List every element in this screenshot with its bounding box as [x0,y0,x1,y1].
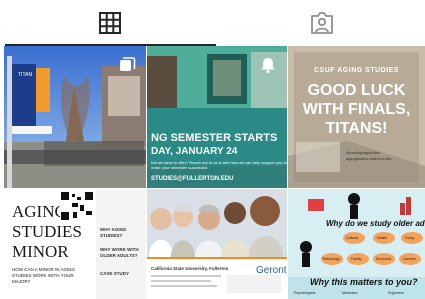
tagged-person-icon [311,12,333,34]
finals-header: CSUF AGING STUDIES [314,67,399,74]
infographic-tag-6: Economic [376,257,392,261]
finals-handle: @csufagingstudies [346,150,380,155]
semester-footer: STUDIES@FULLERTON.EDU [151,176,234,182]
infographic-tag-3: Policy [405,236,415,240]
minor-line-3: MINOR [12,242,69,261]
qr-code-icon [60,191,94,221]
infographic-tag-1: Cultural [346,236,359,240]
finals-line-3: TITANS! [325,120,388,137]
minor-question: HOW CAN A MINOR IN AGING STUDIES WORK WI… [12,267,76,284]
post-tile[interactable]: Geront California State University, Full… [147,189,287,299]
infographic-tag-7: Careers [403,257,416,261]
infographic-career-2: Marketers [342,291,358,295]
minor-work: WHY WORK WITH OLDER ADULTS? [100,247,139,258]
infographic-question: Why do we study older adults? [326,219,425,228]
post-tile[interactable]: Why do we study older adults? Cultural H… [288,189,425,299]
infographic-tag-4: Technology [322,257,340,261]
multiple-posts-icon [120,57,136,71]
finals-line-2: WITH FINALS, [302,101,411,118]
minor-why: WHY AGING STUDIES? [100,227,127,238]
infographic-bottom: Why this matters to you? [310,277,418,287]
tab-tagged[interactable] [305,8,339,38]
post-tile[interactable]: TITAN [4,46,146,188]
svg-text:TITAN: TITAN [18,72,32,78]
finals-site: agingstudies.fullerton.edu [346,156,392,161]
semester-subtext: hat we have to offer? Reach out to us to… [151,160,287,170]
posts-grid: TITAN NG SEMESTER STARTS DAY, JANUARY 24… [0,46,425,299]
notification-bell-icon [261,58,275,74]
geront-brand: Geront [256,265,287,276]
grid-icon [99,12,121,34]
post-image-older-adults [147,189,287,299]
minor-line-2: STUDIES [12,222,82,241]
minor-side-panel [96,189,146,299]
semester-headline: NG SEMESTER STARTS [151,132,278,144]
infographic-tag-5: Family [351,257,362,261]
tab-posts-grid[interactable] [93,8,127,38]
minor-case: CASE STUDY [100,271,130,276]
infographic-career-3: Engineers [388,291,404,295]
infographic-career-1: Psychologists [294,291,316,295]
post-tile[interactable]: AGING STUDIES MINOR HOW CAN A MINOR IN A… [4,189,146,299]
geront-caption: California State University, Fullerton [151,266,229,271]
minor-line-1: AGING [12,202,67,221]
post-tile[interactable]: NG SEMESTER STARTS DAY, JANUARY 24 hat w… [147,46,287,188]
semester-date: DAY, JANUARY 24 [151,146,238,157]
profile-tabs [0,0,425,46]
post-tile[interactable]: CSUF AGING STUDIES GOOD LUCK WITH FINALS… [288,46,425,188]
finals-line-1: GOOD LUCK [307,82,406,99]
infographic-tag-2: Health [377,236,388,240]
